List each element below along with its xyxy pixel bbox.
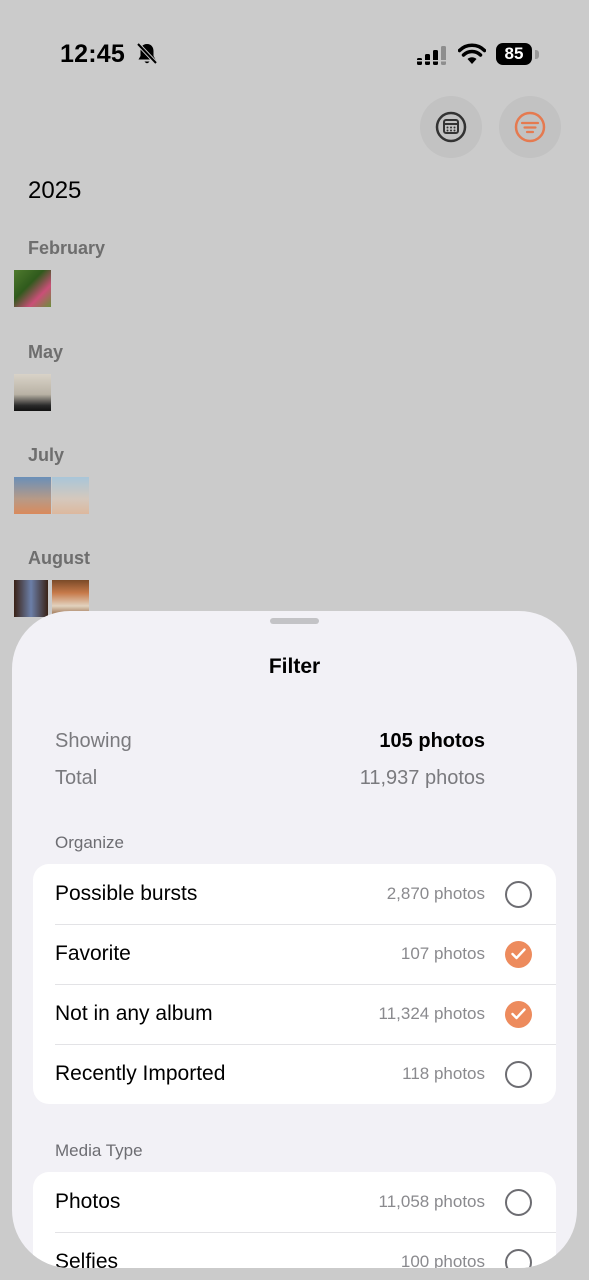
row-label: Selfies [55,1250,119,1268]
calendar-icon [435,111,467,143]
photo-thumbnail[interactable] [14,477,51,514]
battery-cap [535,50,539,59]
filter-row-favorite[interactable]: Favorite 107 photos [33,924,556,984]
status-time: 12:45 [60,40,125,68]
checkmark-circle-icon[interactable] [505,1000,532,1028]
month-heading-may: May [28,342,64,362]
battery-indicator: 85 [496,43,532,65]
photo-thumbnail[interactable] [14,580,48,617]
photo-thumbnail[interactable] [14,374,51,411]
row-label: Favorite [55,942,131,965]
showing-value: 105 photos [379,730,485,752]
row-count: 100 photos [400,1252,485,1268]
row-count: 118 photos [402,1064,485,1083]
row-count: 2,870 photos [386,884,485,903]
unchecked-circle-icon[interactable] [505,880,532,908]
filter-row-selfies[interactable]: Selfies 100 photos [33,1232,556,1268]
calendar-button[interactable] [420,96,482,158]
showing-label: Showing [55,730,132,752]
row-label: Not in any album [55,1002,213,1025]
filter-sheet: Filter Showing 105 photos Total 11,937 p… [12,611,577,1268]
total-label: Total [55,767,98,789]
month-heading-february: February [28,238,106,258]
filter-row-photos[interactable]: Photos 11,058 photos [33,1172,556,1232]
checkmark-circle-icon[interactable] [505,940,532,968]
month-heading-july: July [28,445,65,465]
total-value: 11,937 photos [359,767,485,789]
photo-thumbnail[interactable] [14,270,51,307]
wifi-icon [458,43,486,64]
filter-row-not-in-any-album[interactable]: Not in any album 11,324 photos [33,984,556,1044]
row-label: Photos [55,1190,121,1213]
year-heading: 2025 [28,177,82,204]
row-count: 11,058 photos [378,1192,486,1211]
filter-icon [514,111,546,143]
organize-header: Organize [55,833,124,852]
filter-row-possible-bursts[interactable]: Possible bursts 2,870 photos [33,864,556,924]
bell-slash-icon [136,42,158,65]
month-heading-august: August [28,548,90,568]
media-type-list: Photos 11,058 photos Selfies 100 photos [33,1172,556,1268]
sheet-grabber[interactable] [270,618,319,624]
media-type-header: Media Type [55,1141,143,1160]
row-count: 107 photos [400,944,485,963]
row-label: Recently Imported [55,1062,226,1085]
cellular-signal-icon [417,46,446,65]
unchecked-circle-icon[interactable] [505,1060,532,1088]
unchecked-circle-icon[interactable] [505,1248,532,1268]
row-count: 11,324 photos [378,1004,486,1023]
unchecked-circle-icon[interactable] [505,1188,532,1216]
photo-thumbnail[interactable] [52,477,89,514]
row-label: Possible bursts [55,882,198,905]
organize-list: Possible bursts 2,870 photos Favorite 10… [33,864,556,1104]
filter-button[interactable] [499,96,561,158]
filter-row-recently-imported[interactable]: Recently Imported 118 photos [33,1044,556,1104]
sheet-title: Filter [268,655,321,678]
